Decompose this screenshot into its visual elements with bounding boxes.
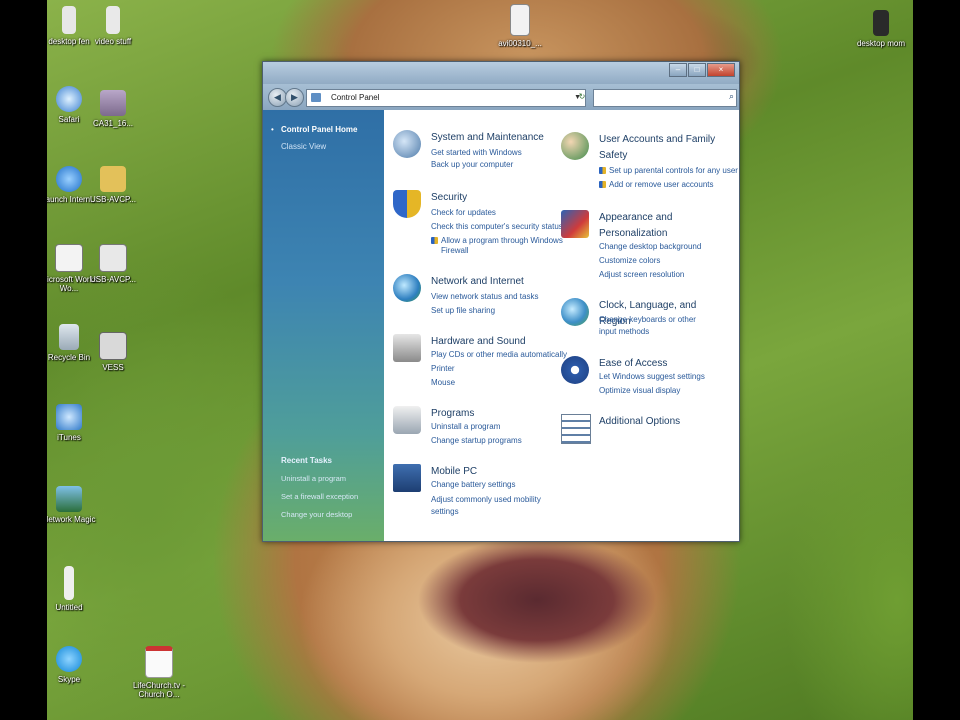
- category-link[interactable]: View network status and tasks: [431, 292, 538, 301]
- network-globe-icon: [393, 274, 421, 302]
- navigation-pane: • Control Panel Home Classic View Recent…: [263, 110, 384, 541]
- category-programs[interactable]: Programs Uninstall a program Change star…: [393, 406, 558, 446]
- bullet-icon: •: [271, 125, 274, 134]
- folder-icon: [62, 6, 76, 34]
- category-appearance[interactable]: Appearance and Personalization Change de…: [561, 210, 731, 280]
- desktop-icon[interactable]: video stuff: [83, 6, 143, 46]
- appearance-icon: [561, 210, 589, 238]
- shield-icon: [431, 237, 438, 244]
- category-link[interactable]: Optimize visual display: [599, 386, 680, 395]
- image-file-icon: [100, 90, 126, 116]
- category-link[interactable]: Customize colors: [599, 256, 660, 265]
- shield-icon: [393, 190, 421, 218]
- recycle-bin-icon: [59, 324, 79, 350]
- desktop-icon[interactable]: Network Magic: [47, 486, 99, 524]
- desktop-icon[interactable]: USB-AVCP...: [83, 166, 143, 204]
- checklist-icon: [561, 414, 591, 444]
- recent-task-link[interactable]: Change your desktop: [281, 510, 352, 519]
- nav-classic-view[interactable]: Classic View: [281, 142, 326, 151]
- category-ease-of-access[interactable]: Ease of Access Let Windows suggest setti…: [561, 356, 731, 406]
- category-network-internet[interactable]: Network and Internet View network status…: [393, 274, 558, 324]
- close-button[interactable]: ×: [707, 63, 735, 77]
- category-link[interactable]: Play CDs or other media automatically: [431, 350, 567, 359]
- forward-button[interactable]: ▶: [285, 88, 304, 107]
- desktop-icon[interactable]: VESS: [83, 332, 143, 372]
- desktop-icon[interactable]: Skype: [47, 646, 99, 684]
- category-link[interactable]: Allow a program through Windows Firewall: [431, 236, 566, 256]
- desktop-icon[interactable]: Untitled: [47, 566, 99, 612]
- desktop-icon[interactable]: USB-AVCP...: [83, 244, 143, 284]
- category-link[interactable]: Set up parental controls for any user: [599, 166, 738, 175]
- category-link[interactable]: Uninstall a program: [431, 422, 500, 431]
- category-link[interactable]: Check for updates: [431, 208, 496, 217]
- category-clock-language-region[interactable]: Clock, Language, and Region Change keybo…: [561, 298, 731, 348]
- safari-icon: [56, 86, 82, 112]
- category-link[interactable]: Back up your computer: [431, 160, 513, 169]
- control-panel-icon: [311, 93, 321, 102]
- shield-icon: [599, 181, 606, 188]
- pdf-file-icon: [145, 646, 173, 678]
- minimize-button[interactable]: –: [669, 63, 687, 77]
- itunes-icon: [56, 404, 82, 430]
- category-link[interactable]: Change keyboards or other input methods: [599, 314, 709, 338]
- desktop-icon[interactable]: LifeChurch.tv - Church O...: [129, 646, 189, 699]
- video-file-icon: [510, 4, 530, 36]
- title-bar[interactable]: – □ ×: [263, 62, 739, 84]
- breadcrumb[interactable]: Control Panel: [331, 90, 379, 106]
- clock-globe-icon: [561, 298, 589, 326]
- category-link[interactable]: Change startup programs: [431, 436, 522, 445]
- category-link[interactable]: Check this computer's security status: [431, 222, 563, 231]
- category-link[interactable]: Get started with Windows: [431, 148, 522, 157]
- refresh-button[interactable]: ↻: [575, 89, 589, 105]
- file-icon: [106, 6, 120, 34]
- category-additional-options[interactable]: Additional Options: [561, 414, 731, 448]
- desktop-icon[interactable]: iTunes: [47, 404, 99, 442]
- desktop-icon[interactable]: desktop mom: [851, 10, 911, 48]
- window-controls: – □ ×: [668, 63, 735, 77]
- network-magic-icon: [56, 486, 82, 512]
- file-icon: [64, 566, 74, 600]
- category-user-accounts[interactable]: User Accounts and Family Safety Set up p…: [561, 132, 738, 202]
- ease-of-access-icon: [561, 356, 589, 384]
- category-mobile-pc[interactable]: Mobile PC Change battery settings Adjust…: [393, 464, 558, 524]
- category-link[interactable]: Adjust screen resolution: [599, 270, 684, 279]
- category-link[interactable]: Change battery settings: [431, 480, 516, 489]
- category-link[interactable]: Let Windows suggest settings: [599, 372, 705, 381]
- desktop-icon[interactable]: CA31_16...: [83, 90, 143, 128]
- file-icon: [99, 332, 127, 360]
- shield-icon: [599, 167, 606, 174]
- maximize-button[interactable]: □: [688, 63, 706, 77]
- category-system-maintenance[interactable]: System and Maintenance Get started with …: [393, 130, 558, 190]
- printer-icon: [393, 334, 421, 362]
- recent-task-link[interactable]: Set a firewall exception: [281, 492, 358, 501]
- laptop-icon: [393, 464, 421, 492]
- folder-icon: [100, 166, 126, 192]
- category-link[interactable]: Set up file sharing: [431, 306, 495, 315]
- address-toolbar: ◀ ▶ Control Panel ▼ ↻ ⌕: [263, 84, 739, 110]
- content-area: • Control Panel Home Classic View Recent…: [263, 110, 739, 541]
- nav-control-panel-home[interactable]: Control Panel Home: [281, 125, 357, 134]
- category-link[interactable]: Change desktop background: [599, 242, 701, 251]
- search-icon[interactable]: ⌕: [729, 91, 734, 102]
- category-link[interactable]: Adjust commonly used mobility settings: [431, 494, 556, 518]
- category-link[interactable]: Mouse: [431, 378, 455, 387]
- category-security[interactable]: Security Check for updates Check this co…: [393, 190, 563, 270]
- category-link[interactable]: Add or remove user accounts: [599, 180, 714, 189]
- programs-icon: [393, 406, 421, 434]
- skype-icon: [56, 646, 82, 672]
- desktop-icon[interactable]: avi00310_...: [490, 4, 550, 48]
- control-panel-window: – □ × ◀ ▶ Control Panel ▼ ↻ ⌕ • Control …: [262, 61, 740, 542]
- users-icon: [561, 132, 589, 160]
- works-document-icon: [55, 244, 83, 272]
- category-hardware-sound[interactable]: Hardware and Sound Play CDs or other med…: [393, 334, 567, 394]
- address-bar[interactable]: Control Panel ▼: [306, 89, 586, 107]
- file-icon: [873, 10, 889, 36]
- recent-tasks-heading: Recent Tasks: [281, 456, 332, 465]
- system-maintenance-icon: [393, 130, 421, 158]
- file-icon: [99, 244, 127, 272]
- category-link[interactable]: Printer: [431, 364, 455, 373]
- internet-explorer-icon: [56, 166, 82, 192]
- search-input[interactable]: ⌕: [593, 89, 737, 107]
- recent-task-link[interactable]: Uninstall a program: [281, 474, 346, 483]
